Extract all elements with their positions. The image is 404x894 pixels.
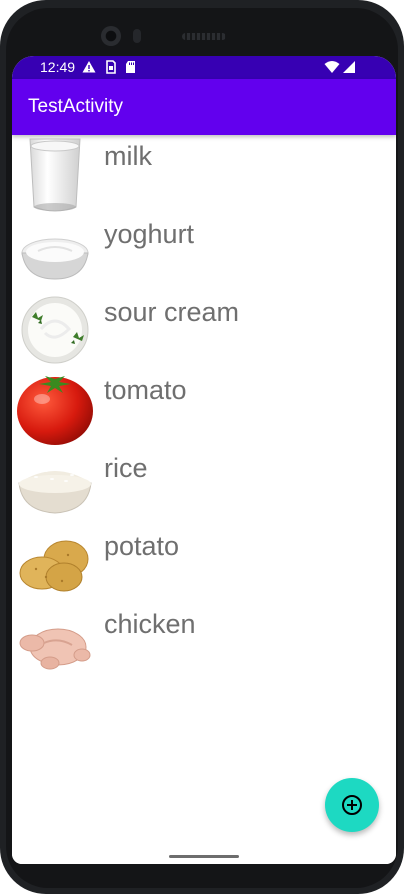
- item-label: tomato: [104, 375, 187, 405]
- list-item[interactable]: rice: [12, 447, 396, 525]
- sim-icon: [104, 60, 118, 74]
- list-item[interactable]: sour cream: [12, 291, 396, 369]
- raw-chicken-image: [16, 603, 94, 681]
- status-bar: 12:49: [12, 56, 396, 79]
- item-label: yoghurt: [104, 219, 195, 249]
- yoghurt-bowl-image: [16, 213, 94, 291]
- front-camera: [101, 26, 121, 46]
- home-gesture-handle[interactable]: [169, 855, 239, 858]
- sd-card-icon: [124, 60, 138, 74]
- potatoes-image: [16, 525, 94, 603]
- status-time: 12:49: [40, 59, 76, 75]
- item-label: milk: [104, 141, 152, 171]
- add-fab-button[interactable]: [325, 778, 379, 832]
- app-title: TestActivity: [28, 96, 124, 117]
- earpiece-speaker: [182, 33, 226, 40]
- milk-glass-image: [16, 135, 94, 213]
- wifi-icon: [324, 60, 340, 74]
- item-label: sour cream: [104, 297, 240, 327]
- signal-icon: [342, 60, 356, 74]
- add-circle-icon: [342, 795, 362, 815]
- tomato-image: [16, 369, 94, 447]
- item-label: chicken: [104, 609, 196, 639]
- food-list[interactable]: milk yoghurt sour cream tomato rice pota…: [12, 135, 396, 847]
- list-item[interactable]: milk: [12, 135, 396, 213]
- rice-bowl-image: [16, 447, 94, 525]
- list-item[interactable]: potato: [12, 525, 396, 603]
- list-item[interactable]: chicken: [12, 603, 396, 681]
- screen: 12:49 TestActivity milk yoghurt sour cre…: [12, 56, 396, 864]
- proximity-sensor: [133, 29, 141, 43]
- item-label: potato: [104, 531, 180, 561]
- sour-cream-bowl-image: [16, 291, 94, 369]
- list-item[interactable]: yoghurt: [12, 213, 396, 291]
- phone-frame: 12:49 TestActivity milk yoghurt sour cre…: [0, 0, 404, 894]
- list-item[interactable]: tomato: [12, 369, 396, 447]
- item-label: rice: [104, 453, 148, 483]
- app-bar: TestActivity: [12, 79, 396, 135]
- warning-icon: [82, 60, 96, 74]
